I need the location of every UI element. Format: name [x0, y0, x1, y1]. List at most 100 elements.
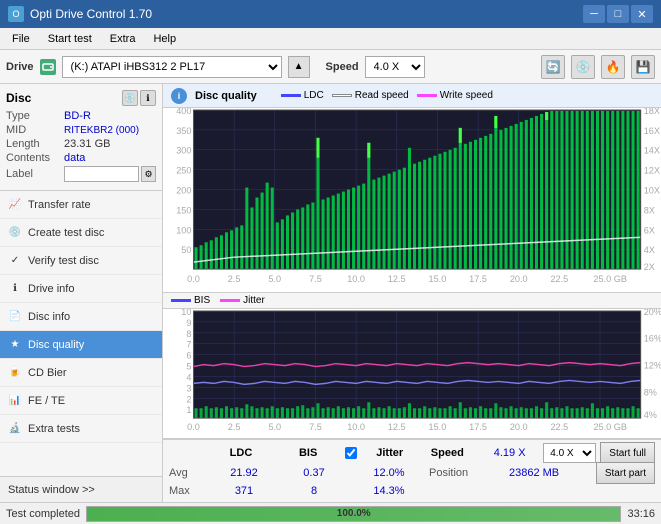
svg-text:9: 9	[186, 318, 191, 328]
stats-bar: LDC BIS Jitter Speed 4.19 X 4.0 X Start …	[163, 439, 661, 502]
app-title: Opti Drive Control 1.70	[30, 7, 152, 21]
drive-selector[interactable]: (K:) ATAPI iHBS312 2 PL17	[62, 56, 282, 78]
sidebar-item-disc-quality[interactable]: ★ Disc quality	[0, 331, 162, 359]
svg-text:18X: 18X	[644, 108, 660, 116]
maximize-button[interactable]: □	[607, 5, 629, 23]
charts-container: 400 350 300 250 200 150 100 50 18X 16X 1…	[163, 108, 661, 502]
svg-text:25.0 GB: 25.0 GB	[593, 422, 626, 432]
sidebar-item-extra-tests[interactable]: 🔬 Extra tests	[0, 415, 162, 443]
svg-text:10X: 10X	[644, 186, 660, 196]
sidebar-item-fe-te[interactable]: 📊 FE / TE	[0, 387, 162, 415]
verify-test-disc-icon: ✓	[8, 254, 22, 268]
sidebar-item-create-test-disc[interactable]: 💿 Create test disc	[0, 219, 162, 247]
time-text: 33:16	[627, 508, 655, 520]
position-val: 23862 MB	[509, 467, 589, 479]
status-window-label: Status window >>	[8, 484, 95, 496]
bottom-chart-legend: BIS Jitter	[163, 293, 661, 309]
eject-button[interactable]: ▲	[288, 56, 310, 78]
sidebar-item-transfer-rate[interactable]: 📈 Transfer rate	[0, 191, 162, 219]
svg-text:20%: 20%	[644, 309, 661, 317]
svg-text:50: 50	[181, 245, 191, 255]
svg-text:2: 2	[186, 394, 191, 404]
disc-length-row: Length 23.31 GB	[6, 138, 156, 150]
disc-label-row: Label ⚙	[6, 166, 156, 182]
nav-list: 📈 Transfer rate 💿 Create test disc ✓ Ver…	[0, 191, 162, 443]
svg-text:12.5: 12.5	[388, 274, 406, 284]
svg-text:5.0: 5.0	[268, 422, 281, 432]
svg-text:20.0: 20.0	[510, 422, 528, 432]
drive-toolbar: Drive (K:) ATAPI iHBS312 2 PL17 ▲ Speed …	[0, 50, 661, 84]
svg-text:6: 6	[186, 351, 191, 361]
start-full-button[interactable]: Start full	[600, 442, 655, 464]
menu-bar: File Start test Extra Help	[0, 28, 661, 50]
read-speed-label: Read speed	[355, 90, 409, 101]
disc-label-btn[interactable]: ⚙	[141, 166, 156, 182]
menu-extra[interactable]: Extra	[102, 31, 144, 47]
ldc-color	[281, 94, 301, 97]
disc-label-input[interactable]	[64, 166, 139, 182]
drive-icon	[40, 59, 56, 75]
menu-help[interactable]: Help	[145, 31, 184, 47]
svg-text:200: 200	[176, 186, 191, 196]
sidebar-item-disc-quality-label: Disc quality	[28, 339, 84, 351]
progress-text: 100.0%	[87, 507, 620, 521]
stats-header-row: LDC BIS Jitter Speed 4.19 X 4.0 X Start …	[169, 444, 655, 462]
burn-button[interactable]: 🔥	[601, 55, 625, 79]
drive-info-icon: ℹ	[8, 282, 22, 296]
disc-panel-icon2[interactable]: ℹ	[140, 90, 156, 106]
sidebar-item-cd-bier[interactable]: 🍺 CD Bier	[0, 359, 162, 387]
disc-panel-icon1[interactable]: 💿	[122, 90, 138, 106]
stats-speed-select[interactable]: 4.0 X	[543, 443, 596, 463]
menu-start-test[interactable]: Start test	[40, 31, 100, 47]
extra-tests-icon: 🔬	[8, 422, 22, 436]
svg-text:5.0: 5.0	[268, 274, 281, 284]
title-bar: O Opti Drive Control 1.70 ─ □ ✕	[0, 0, 661, 28]
disc-type-key: Type	[6, 110, 64, 122]
save-button[interactable]: 💾	[631, 55, 655, 79]
jitter-checkbox[interactable]	[342, 447, 361, 459]
content-area: i Disc quality LDC Read speed Write spee…	[163, 84, 661, 502]
disc-section-label: Disc	[6, 91, 31, 105]
svg-text:2X: 2X	[644, 262, 655, 272]
disc-panel: Disc 💿 ℹ Type BD-R MID RITEKBR2 (000) Le…	[0, 84, 162, 191]
minimize-button[interactable]: ─	[583, 5, 605, 23]
bottom-status-bar: Test completed 100.0% 33:16	[0, 502, 661, 524]
legend-bis: BIS	[171, 295, 210, 306]
svg-text:150: 150	[176, 206, 191, 216]
svg-text:7.5: 7.5	[309, 274, 322, 284]
disc-info-icon: 📄	[8, 310, 22, 324]
jitter-check-input[interactable]	[345, 447, 357, 459]
svg-text:12.5: 12.5	[388, 422, 406, 432]
svg-text:8X: 8X	[644, 206, 655, 216]
sidebar-item-verify-test-disc[interactable]: ✓ Verify test disc	[0, 247, 162, 275]
disc-contents-row: Contents data	[6, 152, 156, 164]
speed-header: Speed	[419, 447, 477, 459]
progress-bar-container: 100.0%	[86, 506, 621, 522]
status-window-button[interactable]: Status window >>	[0, 476, 162, 502]
write-speed-label: Write speed	[440, 90, 493, 101]
menu-file[interactable]: File	[4, 31, 38, 47]
start-part-button[interactable]: Start part	[596, 462, 655, 484]
disc-button[interactable]: 💿	[571, 55, 595, 79]
read-speed-color	[332, 94, 352, 97]
legend-write-speed: Write speed	[417, 90, 493, 101]
chart-title: Disc quality	[195, 90, 257, 102]
cd-bier-icon: 🍺	[8, 366, 22, 380]
speed-selector[interactable]: 4.0 X	[365, 56, 425, 78]
write-speed-color	[417, 94, 437, 97]
svg-text:5: 5	[186, 362, 191, 372]
disc-length-key: Length	[6, 138, 64, 150]
svg-text:7: 7	[186, 340, 191, 350]
svg-text:22.5: 22.5	[550, 274, 568, 284]
svg-text:6X: 6X	[644, 225, 655, 235]
sidebar-item-disc-info[interactable]: 📄 Disc info	[0, 303, 162, 331]
svg-text:8%: 8%	[644, 387, 657, 397]
svg-text:22.5: 22.5	[550, 422, 568, 432]
svg-text:0.0: 0.0	[187, 274, 200, 284]
refresh-button[interactable]: 🔄	[541, 55, 565, 79]
svg-text:4X: 4X	[644, 245, 655, 255]
svg-text:10.0: 10.0	[347, 422, 365, 432]
sidebar-item-drive-info[interactable]: ℹ Drive info	[0, 275, 162, 303]
svg-text:20.0: 20.0	[510, 274, 528, 284]
close-button[interactable]: ✕	[631, 5, 653, 23]
